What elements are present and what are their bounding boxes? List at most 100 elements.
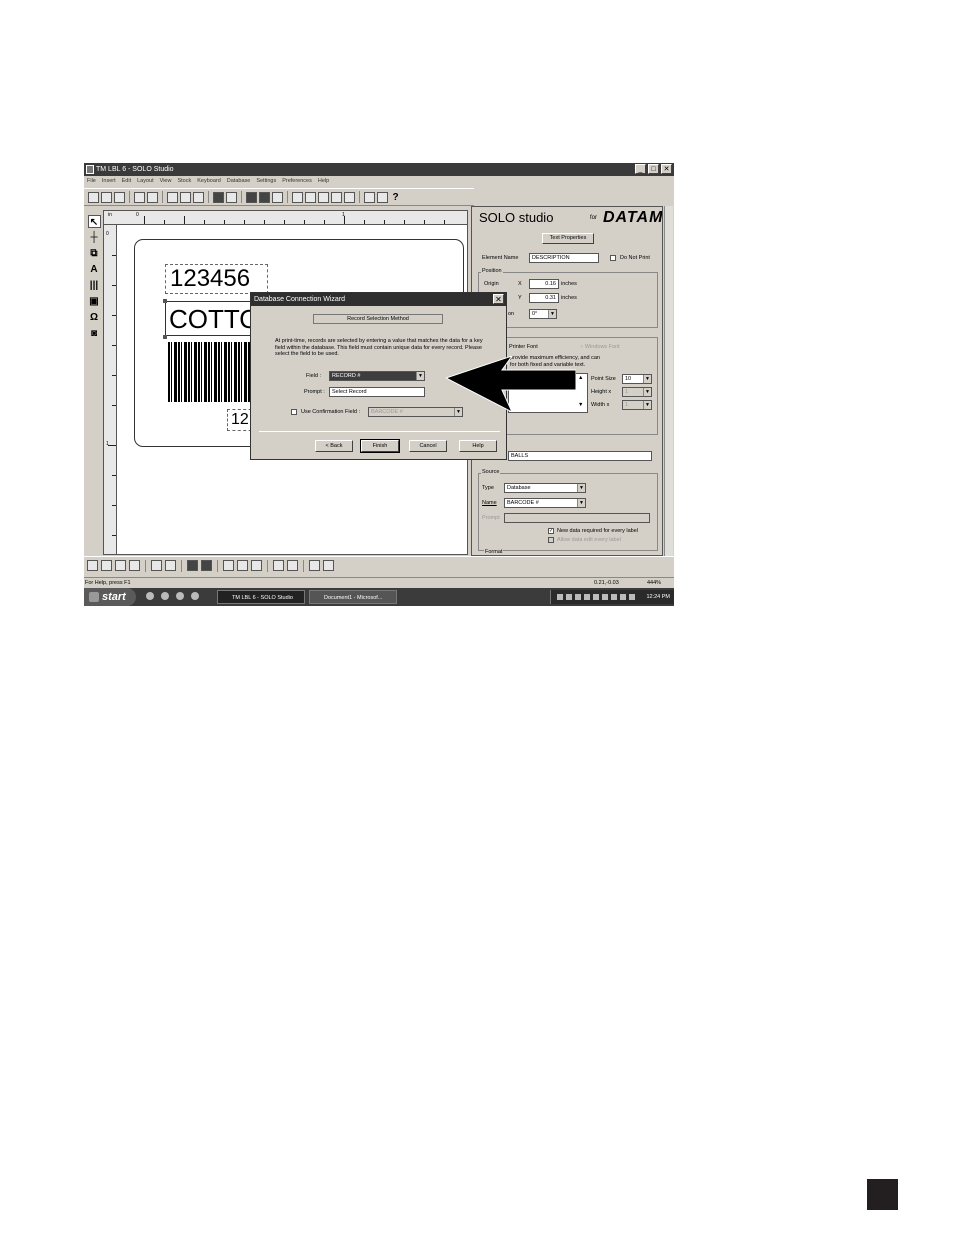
help-button[interactable]: Help — [459, 440, 497, 452]
menu-settings[interactable]: Settings — [256, 176, 276, 186]
printer-icon[interactable] — [318, 191, 329, 203]
space-vertical-icon[interactable] — [287, 560, 298, 571]
print-preview-icon[interactable] — [147, 191, 158, 203]
minimize-button[interactable]: _ — [635, 164, 646, 174]
panel-scrollbar[interactable] — [664, 206, 673, 556]
width-select[interactable]: 1 ▼ — [622, 400, 652, 410]
menu-file[interactable]: File — [87, 176, 96, 186]
scroll-up-icon[interactable]: ▲ — [578, 375, 583, 381]
tray-icon[interactable] — [602, 594, 608, 600]
center-horizontal-icon[interactable] — [165, 560, 176, 571]
open-icon[interactable] — [101, 191, 112, 203]
center-on-label-icon[interactable] — [251, 560, 262, 571]
back-button[interactable]: < Back — [315, 440, 353, 452]
data-value-input[interactable]: BALLS — [508, 451, 652, 461]
menu-stock[interactable]: Stock — [177, 176, 191, 186]
symbol-tool-icon[interactable]: Ω — [88, 311, 101, 324]
align-bottom-icon[interactable] — [129, 560, 140, 571]
same-width-icon[interactable] — [187, 560, 198, 571]
undo-icon[interactable] — [213, 191, 224, 203]
point-size-select[interactable]: 10 ▼ — [622, 374, 652, 384]
tray-icon[interactable] — [620, 594, 626, 600]
chevron-down-icon[interactable]: ▼ — [643, 401, 651, 409]
origin-x-input[interactable]: 0.16 — [529, 279, 559, 289]
line-tool-icon[interactable]: ┼ — [88, 231, 101, 244]
quick-launch-icon[interactable] — [176, 592, 184, 600]
start-button[interactable]: start — [84, 588, 136, 606]
menu-database[interactable]: Database — [227, 176, 251, 186]
font-size-icon[interactable] — [309, 560, 320, 571]
new-data-required-checkbox[interactable]: ✓ — [548, 528, 554, 534]
menu-keyboard[interactable]: Keyboard — [197, 176, 221, 186]
menu-insert[interactable]: Insert — [102, 176, 116, 186]
selection-handle[interactable] — [163, 335, 167, 339]
windows-font-option[interactable]: ○ Windows Font — [580, 344, 620, 350]
use-confirmation-checkbox[interactable] — [291, 409, 297, 415]
scroll-down-icon[interactable]: ▼ — [578, 402, 583, 408]
justify-icon[interactable] — [323, 560, 334, 571]
align-top-icon[interactable] — [115, 560, 126, 571]
space-horizontal-icon[interactable] — [273, 560, 284, 571]
magnifier-icon[interactable] — [272, 191, 283, 203]
source-type-select[interactable]: Database ▼ — [504, 483, 586, 493]
tray-icon[interactable] — [557, 594, 563, 600]
selection-handle[interactable] — [163, 299, 167, 303]
zoom-out-icon[interactable] — [259, 191, 270, 203]
window-icon[interactable] — [364, 191, 375, 203]
distribute-horizontal-icon[interactable] — [223, 560, 234, 571]
tray-icon[interactable] — [584, 594, 590, 600]
tray-icon[interactable] — [611, 594, 617, 600]
do-not-print-checkbox[interactable] — [610, 255, 616, 261]
printer-font-option[interactable]: Printer Font — [509, 344, 538, 350]
field-select[interactable]: RECORD # ▼ — [329, 371, 425, 381]
cascade-icon[interactable] — [377, 191, 388, 203]
text-tool-icon[interactable]: A — [88, 263, 101, 276]
quick-launch-icon[interactable] — [161, 592, 169, 600]
cut-icon[interactable] — [167, 191, 178, 203]
refresh-icon[interactable] — [331, 191, 342, 203]
element-name-input[interactable]: DESCRIPTION — [529, 253, 599, 263]
database-icon[interactable] — [292, 191, 303, 203]
new-icon[interactable] — [88, 191, 99, 203]
tray-icon[interactable] — [629, 594, 635, 600]
rotation-select[interactable]: 0° ▼ — [529, 309, 557, 319]
center-vertical-icon[interactable] — [151, 560, 162, 571]
chevron-down-icon[interactable]: ▼ — [416, 372, 424, 380]
origin-y-input[interactable]: 0.31 — [529, 293, 559, 303]
taskbar-item-document[interactable]: Document1 - Microsof... — [309, 590, 397, 604]
menu-view[interactable]: View — [160, 176, 172, 186]
tray-icon[interactable] — [566, 594, 572, 600]
chevron-down-icon[interactable]: ▼ — [577, 484, 585, 492]
tray-icon[interactable] — [593, 594, 599, 600]
same-height-icon[interactable] — [201, 560, 212, 571]
quick-launch-icon[interactable] — [191, 592, 199, 600]
rotate-tool-icon[interactable]: ◙ — [88, 327, 101, 340]
menu-preferences[interactable]: Preferences — [282, 176, 312, 186]
paste-icon[interactable] — [193, 191, 204, 203]
align-left-icon[interactable] — [87, 560, 98, 571]
quick-launch-icon[interactable] — [146, 592, 154, 600]
prompt-input[interactable]: Select Record — [329, 387, 425, 397]
menu-layout[interactable]: Layout — [137, 176, 154, 186]
box-tool-icon[interactable]: ⧉ — [88, 247, 101, 260]
height-select[interactable]: 1 ▼ — [622, 387, 652, 397]
prompt-input[interactable] — [504, 513, 650, 523]
text-element-123456[interactable]: 123456 — [165, 264, 268, 294]
cancel-button[interactable]: Cancel — [409, 440, 447, 452]
chevron-down-icon[interactable]: ▼ — [577, 499, 585, 507]
chevron-down-icon[interactable]: ▼ — [548, 310, 556, 318]
close-button[interactable]: ✕ — [661, 164, 672, 174]
save-icon[interactable] — [114, 191, 125, 203]
align-right-icon[interactable] — [101, 560, 112, 571]
tray-icon[interactable] — [575, 594, 581, 600]
barcode-tool-icon[interactable]: ||| — [88, 279, 101, 292]
zoom-in-icon[interactable] — [246, 191, 257, 203]
label-icon[interactable] — [305, 191, 316, 203]
print-icon[interactable] — [134, 191, 145, 203]
taskbar-item-solo-studio[interactable]: TM LBL 6 - SOLO Studio — [217, 590, 305, 604]
chevron-down-icon[interactable]: ▼ — [643, 375, 651, 383]
pointer-tool-icon[interactable]: ↖ — [87, 215, 101, 228]
wizard-close-button[interactable]: ✕ — [493, 294, 504, 304]
help-icon[interactable]: ? — [390, 192, 401, 203]
source-name-select[interactable]: BARCODE # ▼ — [504, 498, 586, 508]
